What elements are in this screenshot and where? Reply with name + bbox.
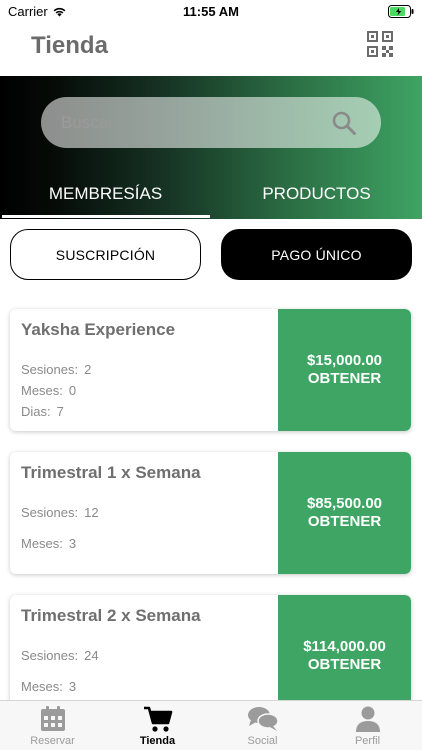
nav-item-social[interactable]: Social — [210, 703, 315, 750]
membership-detail: Meses: 0 — [21, 383, 76, 398]
obtain-button[interactable]: $15,000.00 OBTENER — [278, 309, 411, 431]
active-tab-indicator — [2, 215, 210, 218]
membership-name: Yaksha Experience — [21, 320, 176, 339]
detail-label: Dias: — [21, 404, 51, 419]
nav-item-perfil[interactable]: Perfil — [315, 703, 420, 750]
detail-value: 12 — [84, 505, 99, 520]
membership-detail: Sesiones: 12 — [21, 505, 99, 520]
subscription-button[interactable]: SUSCRIPCIÓN — [10, 229, 201, 280]
search-icon[interactable] — [331, 110, 357, 136]
membership-name: Trimestral 1 x Semana — [21, 463, 201, 482]
detail-label: Meses: — [21, 383, 63, 398]
detail-label: Sesiones: — [21, 362, 79, 377]
membership-card: Yaksha Experience Sesiones: 2 Meses: 0 Dia… — [10, 309, 411, 431]
page-title: Tienda — [31, 32, 108, 59]
membership-detail: Dias: 7 — [21, 404, 64, 419]
detail-value: 0 — [68, 383, 77, 398]
calendar-icon — [40, 706, 65, 731]
detail-value: 3 — [68, 679, 77, 694]
shopping-cart-icon — [143, 706, 172, 732]
nav-label: Tienda — [139, 735, 176, 747]
membership-detail: Sesiones: 2 — [21, 362, 91, 377]
qr-code-icon[interactable] — [366, 30, 394, 58]
membership-detail: Meses: 3 — [21, 536, 76, 551]
membership-price: $114,000.00 — [303, 638, 386, 655]
nav-item-reservar[interactable]: Reservar — [0, 703, 105, 750]
app-header: Tienda — [0, 24, 422, 76]
nav-label: Social — [247, 735, 278, 747]
detail-label: Meses: — [21, 536, 63, 551]
obtain-label: OBTENER — [307, 656, 382, 673]
detail-label: Meses: — [21, 679, 63, 694]
tab-productos[interactable]: PRODUCTOS — [211, 176, 422, 219]
nav-item-tienda[interactable]: Tienda — [105, 703, 210, 750]
detail-value: 7 — [56, 404, 64, 419]
tab-membresias[interactable]: MEMBRESÍAS — [0, 176, 211, 219]
bottom-nav: Reservar Tienda Social Perfil — [0, 700, 422, 750]
nav-label: Perfil — [354, 735, 381, 747]
membership-card: Trimestral 1 x Semana Sesiones: 12 Meses:… — [10, 452, 411, 574]
membership-detail: Sesiones: 24 — [21, 648, 99, 663]
obtain-button[interactable]: $85,500.00 OBTENER — [278, 452, 411, 574]
battery-icon — [388, 5, 414, 18]
search-bar[interactable] — [41, 97, 381, 148]
detail-label: Sesiones: — [21, 648, 79, 663]
status-bar: Carrier 11:55 AM — [0, 0, 422, 24]
membership-detail: Meses: 3 — [21, 679, 76, 694]
membership-price: $15,000.00 — [306, 352, 383, 369]
membership-name: Trimestral 2 x Semana — [21, 606, 201, 625]
obtain-label: OBTENER — [307, 370, 382, 387]
one-time-payment-button[interactable]: PAGO ÚNICO — [221, 229, 412, 280]
membership-card: Trimestral 2 x Semana Sesiones: 24 Meses:… — [10, 595, 411, 717]
detail-value: 2 — [84, 362, 92, 377]
detail-label: Sesiones: — [21, 505, 79, 520]
nav-label: Reservar — [30, 735, 75, 747]
detail-value: 24 — [84, 648, 99, 663]
user-icon — [355, 706, 380, 732]
chat-bubbles-icon — [247, 707, 279, 731]
clock: 11:55 AM — [183, 4, 239, 19]
detail-value: 3 — [68, 536, 77, 551]
search-input[interactable] — [61, 97, 331, 148]
obtain-label: OBTENER — [307, 513, 382, 530]
membership-price: $85,500.00 — [306, 495, 383, 512]
hero-banner: MEMBRESÍAS PRODUCTOS — [0, 76, 422, 219]
obtain-button[interactable]: $114,000.00 OBTENER — [278, 595, 411, 717]
